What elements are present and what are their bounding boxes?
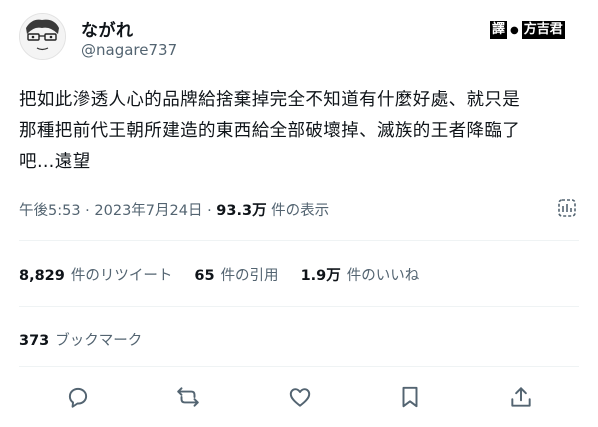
divider (19, 240, 579, 241)
avatar[interactable] (19, 13, 66, 60)
retweets-stat[interactable]: 8,829 件のリツイート (19, 264, 172, 285)
quotes-stat[interactable]: 65 件の引用 (194, 264, 278, 285)
watermark-right: 方吉君 (521, 21, 565, 39)
quotes-count: 65 (194, 268, 215, 284)
tweet-date[interactable]: 2023年7月24日 (94, 203, 202, 219)
bookmarks-count: 373 (19, 333, 50, 349)
engagement-stats: 8,829 件のリツイート 65 件の引用 1.9万 件のいいね (19, 264, 441, 285)
retweets-label: 件のリツイート (70, 268, 173, 284)
share-icon[interactable] (508, 384, 534, 410)
bookmarks-label: ブックマーク (55, 333, 143, 349)
divider (19, 306, 579, 307)
bookmarks-stat[interactable]: 373 ブックマーク (19, 329, 142, 350)
watermark-left: 譯 (490, 21, 508, 39)
likes-label: 件のいいね (346, 268, 420, 284)
reply-icon[interactable] (65, 384, 91, 410)
bookmark-icon[interactable] (397, 384, 423, 410)
watermark-dot: ● (510, 24, 519, 36)
quotes-label: 件の引用 (220, 268, 279, 284)
display-name[interactable]: ながれ (81, 16, 134, 41)
analytics-icon[interactable] (556, 197, 578, 219)
likes-count: 1.9万 (300, 268, 341, 284)
likes-stat[interactable]: 1.9万 件のいいね (301, 264, 420, 285)
views-label: 件の表示 (266, 203, 330, 219)
retweet-icon[interactable] (175, 384, 201, 410)
views-count: 93.3万 (216, 203, 267, 219)
tweet-meta: 午後5:53 · 2023年7月24日 · 93.3万 件の表示 (19, 199, 329, 220)
tweet-time[interactable]: 午後5:53 (19, 203, 81, 219)
meta-separator: · (80, 203, 95, 219)
watermark: 譯 ● 方吉君 (490, 21, 565, 39)
like-icon[interactable] (287, 384, 313, 410)
divider (19, 366, 579, 367)
user-handle[interactable]: @nagare737 (81, 41, 177, 59)
tweet-text: 把如此滲透人心的品牌給捨棄掉完全不知道有什麼好處、就只是 那種把前代王朝所建造的… (19, 90, 521, 172)
meta-separator: · (202, 203, 217, 219)
action-bar (0, 384, 598, 412)
retweets-count: 8,829 (19, 268, 65, 284)
